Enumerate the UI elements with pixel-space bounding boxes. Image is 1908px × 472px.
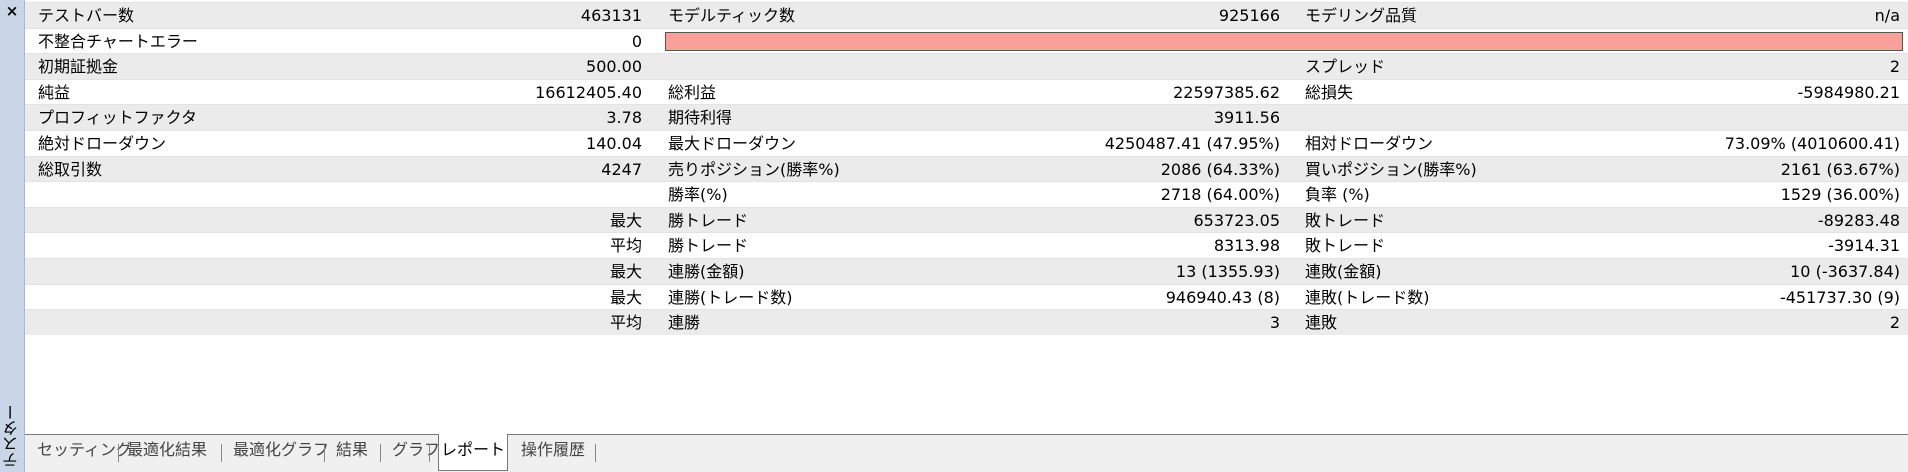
metric-value: 500.00: [586, 57, 642, 77]
tab-4[interactable]: グラフ: [392, 435, 440, 469]
table-row: プロフィットファクタ 3.78 期待利得 3911.56: [25, 104, 1908, 130]
tab-bar: セッティング 最適化結果 最適化グラフ 結果 グラフ レポート 操作履歴: [25, 434, 1908, 472]
metric-value: 13 (1355.93): [1175, 262, 1280, 281]
metric-value: -5984980.21: [1797, 82, 1900, 102]
metric-value: 3: [1269, 313, 1280, 333]
metric-value: 4247: [601, 159, 642, 179]
table-row: 平均 勝トレード 8313.98 敗トレード -3914.31: [25, 232, 1908, 258]
tab-6[interactable]: 操作履歴: [521, 435, 585, 469]
metric-value: 最大: [609, 262, 642, 281]
table-row: 純益 16612405.40 総利益 22597385.62 総損失 -5984980.2…: [25, 78, 1908, 105]
tab-separator: [595, 444, 596, 462]
tab-2[interactable]: 最適化グラフ: [233, 435, 329, 469]
tab-separator: [221, 444, 222, 462]
metric-value: [955, 54, 1280, 80]
metric-value: 2718 (64.00%): [1160, 185, 1280, 205]
tab-separator: [118, 444, 119, 462]
tab-separator: [380, 444, 381, 462]
metric-value: 4250487.41 (47.95%): [1104, 134, 1280, 153]
tab-3[interactable]: 結果: [336, 435, 368, 469]
tab-5[interactable]: レポート: [438, 434, 508, 471]
metric-value: 2086 (64.33%): [1160, 159, 1280, 179]
metric-value: 最大: [609, 210, 642, 230]
table-row: 不整合チャートエラー 0: [25, 27, 1908, 54]
tester-side-panel: × テスター: [0, 0, 25, 472]
metric-value: -89283.48: [1817, 210, 1900, 230]
metric-value: 2: [1889, 57, 1900, 77]
metric-value: 946940.43 (8): [1165, 287, 1280, 307]
table-row: 絶対ドローダウン 140.04 最大ドローダウン 4250487.41 (47.95%…: [25, 130, 1908, 156]
metric-value: 140.04: [586, 134, 642, 153]
metric-value: [325, 182, 642, 208]
metric-value: 0: [631, 31, 642, 51]
metric-value: 653723.05: [1193, 210, 1280, 230]
metric-value: 73.09% (4010600.41): [1724, 134, 1900, 153]
metric-value: [1525, 105, 1900, 131]
metric-value: 16612405.40: [535, 82, 642, 102]
metric-value: -3914.31: [1828, 236, 1900, 256]
metric-value: 463131: [580, 6, 642, 25]
metric-value: 2: [1889, 313, 1900, 333]
metric-value: n/a: [1874, 6, 1900, 25]
metric-value: 22597385.62: [1173, 82, 1280, 102]
tab-separator: [324, 444, 325, 462]
table-row: 初期証拠金 500.00 スプレッド 2: [25, 53, 1908, 79]
table-row: 総取引数 4247 売りポジション(勝率%) 2086 (64.33%) 買いポジション…: [25, 155, 1908, 182]
tab-separator: [429, 444, 430, 462]
table-row: 最大 勝トレード 653723.05 敗トレード -89283.48: [25, 206, 1908, 233]
metric-value: 10 (-3637.84): [1790, 262, 1900, 281]
table-row: 最大 連勝(金額) 13 (1355.93) 連敗(金額) 10 (-3637.84): [25, 258, 1908, 284]
report-table: テストバー数 463131 モデルティック数 925166 モデリング品質 n/a 不整合チ…: [25, 0, 1908, 434]
mismatch-error-bar: [665, 31, 1903, 52]
metric-value: 8313.98: [1213, 236, 1280, 256]
metric-value: -451737.30 (9): [1779, 287, 1900, 307]
metric-value: 3911.56: [1213, 108, 1280, 128]
table-row: 勝率(%) 2718 (64.00%) 負率 (%) 1529 (36.00%): [25, 181, 1908, 207]
tab-1[interactable]: 最適化結果: [127, 435, 207, 469]
metric-value: 平均: [609, 313, 642, 333]
metric-value: 平均: [609, 236, 642, 256]
metric-value: 3.78: [606, 108, 642, 128]
table-row: テストバー数 463131 モデルティック数 925166 モデリング品質 n/a: [25, 2, 1908, 28]
table-row: 平均 連勝 3 連敗 2: [25, 309, 1908, 335]
metric-value: 925166: [1218, 6, 1280, 25]
table-row: 最大 連勝(トレード数) 946940.43 (8) 連敗(トレード数) -451737…: [25, 283, 1908, 310]
metric-value: 最大: [609, 287, 642, 307]
metric-value: 1529 (36.00%): [1780, 185, 1900, 205]
metric-value: 2161 (63.67%): [1780, 159, 1900, 179]
close-icon[interactable]: ×: [3, 2, 21, 20]
panel-title: テスター: [2, 404, 21, 468]
